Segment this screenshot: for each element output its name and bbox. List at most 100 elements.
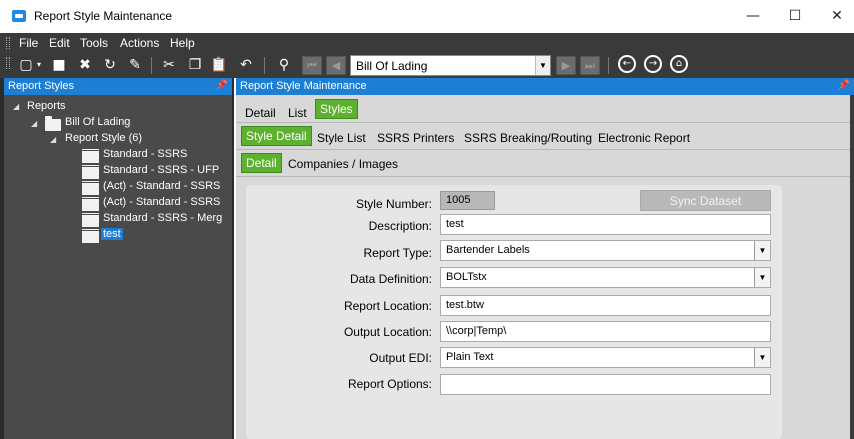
style-number-field: 1005: [440, 191, 495, 210]
folder-icon: [45, 116, 61, 131]
tree-item-style-selected[interactable]: test: [101, 228, 123, 240]
tab-style-detail[interactable]: Style Detail: [241, 126, 312, 146]
panel-title: Report Styles: [8, 80, 75, 92]
data-definition-select[interactable]: BOLTstx ▼: [440, 267, 771, 288]
document-icon: [82, 213, 99, 227]
document-icon: [82, 197, 99, 211]
menu-file[interactable]: File: [19, 36, 38, 50]
tree-item-style[interactable]: (Act) - Standard - SSRS: [103, 180, 220, 192]
output-location-label: Output Location:: [343, 325, 432, 339]
output-edi-label: Output EDI:: [369, 351, 432, 365]
menu-bar: File Edit Tools Actions Help: [0, 33, 854, 53]
tab-companies-images[interactable]: Companies / Images: [288, 157, 398, 171]
prev-record-button[interactable]: ◀: [326, 56, 346, 75]
output-location-field[interactable]: \\corp|Temp\: [440, 321, 771, 342]
toolbar-separator: [151, 57, 152, 74]
report-options-field[interactable]: [440, 374, 771, 395]
output-edi-select[interactable]: Plain Text ▼: [440, 347, 771, 368]
document-icon: [82, 229, 99, 243]
panel-header: Report Styles 📌: [4, 78, 232, 95]
right-edge-strip: [850, 95, 854, 439]
forward-icon[interactable]: →: [644, 55, 662, 73]
cut-icon[interactable]: ✂: [159, 56, 179, 74]
output-edi-value: Plain Text: [446, 351, 494, 363]
tree-node-reports[interactable]: Reports: [27, 100, 66, 112]
menu-edit[interactable]: Edit: [49, 36, 70, 50]
home-icon[interactable]: ⌂: [670, 55, 688, 73]
tab-electronic-report[interactable]: Electronic Report: [598, 131, 690, 145]
report-options-label: Report Options:: [347, 377, 432, 391]
close-button[interactable]: ✕: [822, 4, 852, 28]
refresh-icon[interactable]: ↻: [100, 56, 120, 74]
document-icon: [82, 165, 99, 179]
chevron-down-icon[interactable]: ▼: [754, 348, 770, 367]
tree-node-bill-of-lading[interactable]: Bill Of Lading: [65, 116, 130, 128]
tree-node-report-style[interactable]: Report Style (6): [65, 132, 142, 144]
chevron-down-icon[interactable]: ▼: [754, 241, 770, 260]
expand-arrow-icon[interactable]: ◢: [31, 119, 37, 128]
report-type-label: Report Type:: [363, 246, 432, 260]
first-record-button[interactable]: ⏮: [302, 56, 322, 75]
report-type-select[interactable]: Bartender Labels ▼: [440, 240, 771, 261]
tab-styles[interactable]: Styles: [315, 99, 358, 119]
panel-header: Report Style Maintenance 📌: [236, 78, 854, 95]
data-definition-value: BOLTstx: [446, 271, 487, 283]
save-icon[interactable]: ■: [49, 56, 69, 74]
description-field[interactable]: test: [440, 214, 771, 235]
document-icon: [82, 149, 99, 163]
menu-tools[interactable]: Tools: [80, 36, 108, 50]
tab-detail[interactable]: Detail: [245, 106, 276, 120]
description-label: Description:: [368, 219, 432, 233]
pin-icon[interactable]: 📌: [216, 80, 228, 91]
pin-icon[interactable]: 📌: [838, 80, 850, 91]
divider: [236, 122, 854, 123]
clear-icon[interactable]: ✎: [125, 56, 145, 74]
report-location-field[interactable]: test.btw: [440, 295, 771, 316]
chevron-down-icon[interactable]: ▼: [535, 56, 550, 75]
toolbar-separator: [264, 57, 265, 74]
tree-item-style[interactable]: Standard - SSRS: [103, 148, 187, 160]
style-number-label: Style Number:: [355, 197, 432, 211]
report-type-value: Bartender Labels: [446, 244, 530, 256]
tab-detail-sub[interactable]: Detail: [241, 153, 282, 173]
delete-icon[interactable]: ✖: [75, 56, 95, 74]
tab-ssrs-breaking-routing[interactable]: SSRS Breaking/Routing: [464, 131, 592, 145]
tree-item-style[interactable]: Standard - SSRS - UFP: [103, 164, 219, 176]
expand-arrow-icon[interactable]: ◢: [13, 102, 19, 111]
report-location-label: Report Location:: [343, 299, 432, 313]
toolbar-separator: [608, 57, 609, 74]
new-icon[interactable]: ▢: [16, 56, 36, 74]
chevron-down-icon[interactable]: ▼: [754, 268, 770, 287]
search-binoculars-icon[interactable]: ⚲: [274, 56, 294, 74]
menu-actions[interactable]: Actions: [120, 36, 159, 50]
minimize-button[interactable]: —: [738, 4, 768, 28]
panel-title: Report Style Maintenance: [240, 80, 367, 92]
next-record-button[interactable]: ▶: [556, 56, 576, 75]
title-bar: Report Style Maintenance — ☐ ✕: [0, 0, 854, 33]
tab-ssrs-printers[interactable]: SSRS Printers: [377, 131, 454, 145]
divider: [236, 176, 854, 177]
record-combo-value: Bill Of Lading: [356, 59, 428, 73]
report-style-maintenance-panel: Report Style Maintenance 📌 Detail List S…: [236, 78, 854, 439]
data-definition-label: Data Definition:: [349, 272, 432, 286]
undo-icon[interactable]: ↶: [236, 56, 256, 74]
menu-help[interactable]: Help: [170, 36, 195, 50]
copy-icon[interactable]: ❐: [185, 56, 205, 74]
window-title: Report Style Maintenance: [34, 9, 173, 23]
maximize-button[interactable]: ☐: [780, 4, 810, 28]
menu-grip: [6, 37, 10, 49]
record-combo[interactable]: Bill Of Lading ▼: [350, 55, 551, 76]
tree-item-style[interactable]: (Act) - Standard - SSRS: [103, 196, 220, 208]
new-dropdown-icon[interactable]: ▾: [34, 56, 44, 74]
expand-arrow-icon[interactable]: ◢: [50, 135, 56, 144]
tab-list[interactable]: List: [288, 106, 307, 120]
last-record-button[interactable]: ⏭: [580, 56, 600, 75]
sync-dataset-button[interactable]: Sync Dataset: [640, 190, 771, 211]
toolbar-grip: [6, 57, 10, 69]
paste-icon[interactable]: 📋: [209, 56, 229, 74]
tab-style-list[interactable]: Style List: [317, 131, 366, 145]
divider: [236, 149, 854, 150]
report-styles-panel: Report Styles 📌 ◢ Reports ◢ Bill Of Ladi…: [4, 78, 234, 439]
tree-item-style[interactable]: Standard - SSRS - Merg: [103, 212, 222, 224]
back-icon[interactable]: ←: [618, 55, 636, 73]
